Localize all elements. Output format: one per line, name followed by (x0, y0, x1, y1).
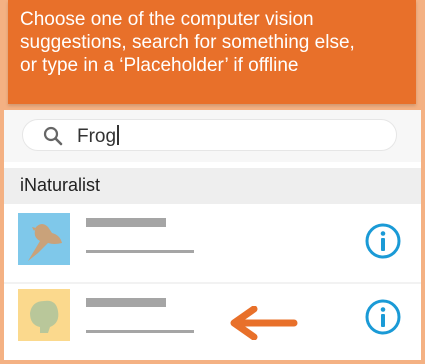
source-section-header: iNaturalist (4, 168, 421, 204)
subname-placeholder-bar (86, 250, 194, 253)
suggestion-row[interactable] (4, 208, 421, 280)
arrow-left-icon (230, 306, 298, 340)
instruction-banner: Choose one of the computer vision sugges… (8, 0, 416, 104)
name-placeholder-bar (86, 218, 166, 227)
info-icon[interactable] (364, 298, 402, 336)
info-icon[interactable] (364, 222, 402, 260)
instruction-line-3: or type in a ‘Placeholder’ if offline (20, 55, 299, 76)
instruction-line-1: Choose one of the computer vision (20, 9, 314, 30)
bird-silhouette-icon (18, 213, 70, 265)
search-icon (43, 126, 63, 146)
text-cursor (117, 125, 119, 145)
name-placeholder-bar (86, 298, 166, 307)
instruction-line-2: suggestions, search for something else, (20, 32, 355, 53)
subname-placeholder-bar (86, 330, 194, 333)
species-picker-panel: Frog iNaturalist (4, 110, 421, 360)
leaf-silhouette-icon (18, 289, 70, 341)
source-label: iNaturalist (20, 175, 101, 195)
search-input-value: Frog (77, 125, 119, 148)
suggestion-row[interactable] (4, 284, 421, 356)
search-bar-area: Frog (4, 110, 421, 162)
search-input[interactable]: Frog (22, 119, 397, 151)
